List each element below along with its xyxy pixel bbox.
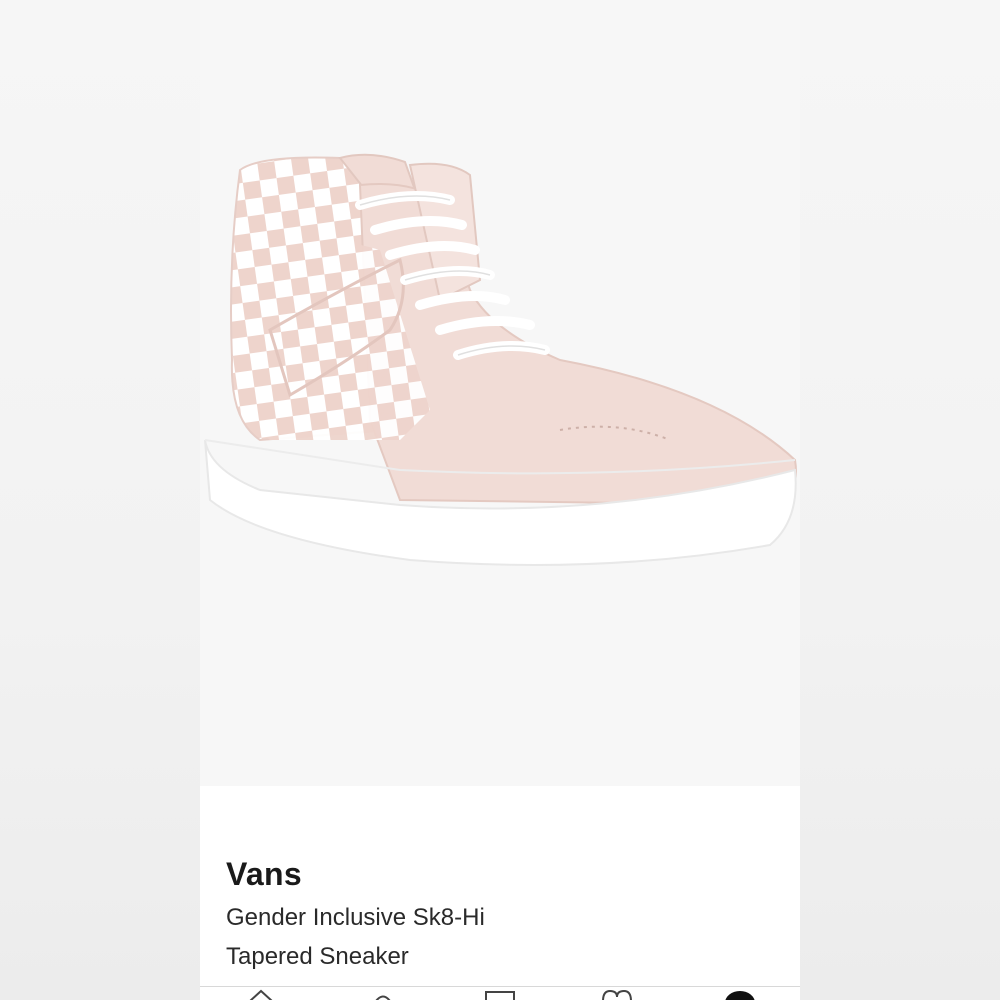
product-info[interactable]: Vans Gender Inclusive Sk8-Hi Tapered Sne… [200,786,800,990]
home-icon[interactable] [248,989,274,1000]
product-name-line-2: Tapered Sneaker [226,943,409,970]
product-name-line-1: Gender Inclusive Sk8-Hi [226,904,485,931]
sneaker-illustration [204,153,797,566]
product-image[interactable] [200,0,800,786]
calendar-icon[interactable] [485,989,515,1000]
bottom-navigation [200,986,800,1000]
blurred-background-left [0,0,200,1000]
app-screen: Vans Gender Inclusive Sk8-Hi Tapered Sne… [200,0,800,1000]
account-icon[interactable] [724,989,756,1000]
product-brand: Vans [226,856,302,892]
search-icon[interactable] [370,989,396,1000]
blurred-background-right [800,0,1000,1000]
heart-icon[interactable] [600,989,634,1000]
